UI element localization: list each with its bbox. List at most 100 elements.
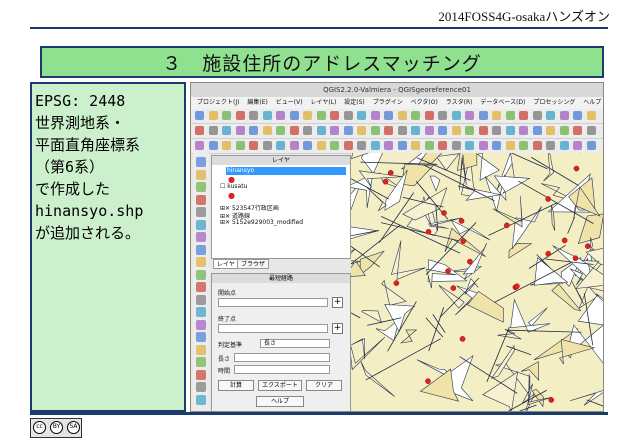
layer-tool-icon[interactable] xyxy=(196,269,206,280)
menu-database[interactable]: データベース(D) xyxy=(480,99,525,106)
layer-tool-icon[interactable] xyxy=(196,294,206,305)
toolbar-tool-icon[interactable] xyxy=(222,111,231,120)
toolbar-tool-icon[interactable] xyxy=(384,141,393,150)
layer-tool-icon[interactable] xyxy=(196,219,206,230)
toolbar-tool-icon[interactable] xyxy=(424,141,434,150)
hinansyo-point[interactable] xyxy=(382,178,389,185)
menu-edit[interactable]: 編集(E) xyxy=(247,99,267,106)
toolbar-tool-icon[interactable] xyxy=(249,141,258,150)
layer-tool-icon[interactable] xyxy=(196,169,206,180)
toolbar-tool-icon[interactable] xyxy=(478,111,488,120)
layer-tool-icon[interactable] xyxy=(196,207,206,217)
toolbar-tool-icon[interactable] xyxy=(235,141,245,150)
toolbar-tool-icon[interactable] xyxy=(438,126,447,135)
toolbar-tool-icon[interactable] xyxy=(438,141,447,150)
hinansyo-point[interactable] xyxy=(504,222,510,229)
toolbar-tool-icon[interactable] xyxy=(235,111,245,120)
toolbar-tool-icon[interactable] xyxy=(262,111,272,120)
toolbar-tool-icon[interactable] xyxy=(438,111,447,120)
toolbar-tool-icon[interactable] xyxy=(411,126,420,135)
layer-item[interactable]: ✕ hinansyo xyxy=(220,167,254,174)
layer-checkbox-icon[interactable]: ⊞✕ xyxy=(220,219,232,226)
toolbar-tool-icon[interactable] xyxy=(330,111,339,120)
toolbar-tool-icon[interactable] xyxy=(357,126,366,135)
layer-tool-icon[interactable] xyxy=(196,369,206,380)
clear-button[interactable]: クリア xyxy=(306,380,342,391)
toolbar-tool-icon[interactable] xyxy=(195,141,204,150)
layer-tool-icon[interactable] xyxy=(196,194,206,205)
toolbar-tool-icon[interactable] xyxy=(357,141,366,150)
toolbar-tool-icon[interactable] xyxy=(289,141,299,150)
toolbar-tool-icon[interactable] xyxy=(505,141,515,150)
toolbar-tool-icon[interactable] xyxy=(451,111,461,120)
toolbar-tool-icon[interactable] xyxy=(316,126,326,135)
toolbar-tool-icon[interactable] xyxy=(343,111,353,120)
toolbar-tool-icon[interactable] xyxy=(370,141,380,150)
toolbar-tool-icon[interactable] xyxy=(532,141,542,150)
toolbar-tool-icon[interactable] xyxy=(235,126,245,135)
hinansyo-point[interactable] xyxy=(387,170,394,176)
toolbar-tool-icon[interactable] xyxy=(505,126,515,135)
toolbar-tool-icon[interactable] xyxy=(519,126,528,135)
hinansyo-point[interactable] xyxy=(393,280,400,286)
toolbar-tool-icon[interactable] xyxy=(532,111,542,120)
toolbar-tool-icon[interactable] xyxy=(303,111,312,120)
toolbar-tool-icon[interactable] xyxy=(424,111,434,120)
toolbar-tool-icon[interactable] xyxy=(222,126,231,135)
toolbar-tool-icon[interactable] xyxy=(222,141,231,150)
layer-tool-icon[interactable] xyxy=(196,157,206,167)
hinansyo-point[interactable] xyxy=(459,336,466,342)
toolbar-tool-icon[interactable] xyxy=(370,126,380,135)
toolbar-tool-icon[interactable] xyxy=(303,126,312,135)
export-button[interactable]: エクスポート xyxy=(258,380,302,391)
toolbar-tool-icon[interactable] xyxy=(519,111,528,120)
hinansyo-point[interactable] xyxy=(548,397,555,403)
hinansyo-point[interactable] xyxy=(441,210,447,216)
toolbar-tool-icon[interactable] xyxy=(208,141,218,150)
start-point-input[interactable] xyxy=(218,298,328,307)
toolbar-tool-icon[interactable] xyxy=(330,126,339,135)
menu-settings[interactable]: 設定(S) xyxy=(344,99,365,106)
layer-tool-icon[interactable] xyxy=(196,244,206,255)
toolbar-tool-icon[interactable] xyxy=(384,126,393,135)
layer-tool-icon[interactable] xyxy=(196,344,206,355)
hinansyo-point[interactable] xyxy=(458,218,465,224)
toolbar-tool-icon[interactable] xyxy=(559,141,569,150)
toolbar-tool-icon[interactable] xyxy=(397,111,407,120)
toolbar-tool-icon[interactable] xyxy=(519,141,528,150)
layer-tool-icon[interactable] xyxy=(196,394,206,405)
toolbar-tool-icon[interactable] xyxy=(384,111,393,120)
toolbar-tool-icon[interactable] xyxy=(289,126,299,135)
toolbar-tool-icon[interactable] xyxy=(343,126,353,135)
menu-plugins[interactable]: プラグイン xyxy=(373,99,403,106)
hinansyo-point[interactable] xyxy=(450,285,457,291)
calculate-button[interactable]: 計算 xyxy=(218,380,254,391)
toolbar-tool-icon[interactable] xyxy=(478,141,488,150)
toolbar-tool-icon[interactable] xyxy=(492,126,501,135)
hinansyo-point[interactable] xyxy=(584,243,591,249)
toolbar-tool-icon[interactable] xyxy=(316,141,326,150)
toolbar-tool-icon[interactable] xyxy=(249,126,258,135)
criterion-select[interactable]: 長さ xyxy=(260,339,330,348)
layer-item[interactable]: ⊞✕ 5152e929003_modified xyxy=(220,219,303,226)
hinansyo-point[interactable] xyxy=(561,237,568,244)
toolbar-tool-icon[interactable] xyxy=(330,141,339,150)
hinansyo-point[interactable] xyxy=(425,228,432,235)
menu-view[interactable]: ビュー(V) xyxy=(276,99,303,106)
layer-tool-icon[interactable] xyxy=(196,382,206,392)
toolbar-tool-icon[interactable] xyxy=(492,111,501,120)
toolbar-tool-icon[interactable] xyxy=(465,141,474,150)
menu-vector[interactable]: ベクタ(O) xyxy=(411,99,438,106)
layer-tool-icon[interactable] xyxy=(196,357,206,367)
layer-tool-icon[interactable] xyxy=(196,332,206,342)
toolbar-tool-icon[interactable] xyxy=(546,111,555,120)
toolbar-tool-icon[interactable] xyxy=(546,126,555,135)
toolbar-tool-icon[interactable] xyxy=(276,126,285,135)
layer-tool-icon[interactable] xyxy=(196,257,206,267)
layer-item[interactable]: ☐ kusatu xyxy=(220,183,247,190)
toolbar-tool-icon[interactable] xyxy=(559,126,569,135)
menu-processing[interactable]: プロセッシング xyxy=(533,99,575,106)
menu-raster[interactable]: ラスタ(R) xyxy=(446,99,473,106)
help-button[interactable]: ヘルプ xyxy=(256,396,304,407)
toolbar-tool-icon[interactable] xyxy=(586,111,596,120)
